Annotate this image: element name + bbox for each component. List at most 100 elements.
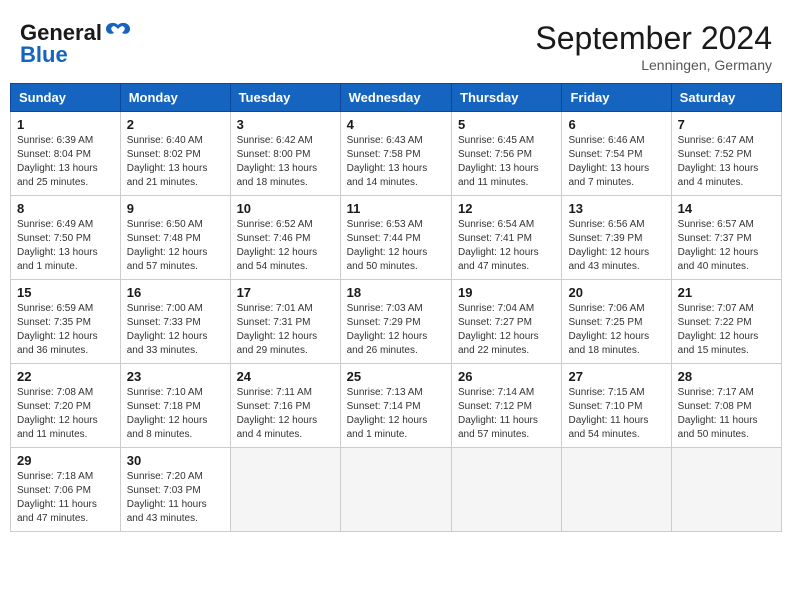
day-number: 28 [678, 369, 775, 384]
calendar-cell: 18 Sunrise: 7:03 AMSunset: 7:29 PMDayligh… [340, 280, 451, 364]
calendar-cell [671, 448, 781, 532]
calendar-cell: 29 Sunrise: 7:18 AMSunset: 7:06 PMDayligh… [11, 448, 121, 532]
day-info: Sunrise: 7:08 AMSunset: 7:20 PMDaylight:… [17, 386, 114, 442]
logo-bird-icon [104, 21, 132, 43]
col-header-sunday: Sunday [11, 84, 121, 112]
day-info: Sunrise: 7:15 AMSunset: 7:10 PMDaylight:… [568, 386, 664, 442]
day-number: 4 [347, 117, 445, 132]
day-number: 30 [127, 453, 224, 468]
calendar-week-row: 22 Sunrise: 7:08 AMSunset: 7:20 PMDayligh… [11, 364, 782, 448]
page-header: General Blue September 2024 Lenningen, G… [10, 10, 782, 78]
day-number: 10 [237, 201, 334, 216]
calendar-cell [452, 448, 562, 532]
col-header-friday: Friday [562, 84, 671, 112]
day-info: Sunrise: 6:40 AMSunset: 8:02 PMDaylight:… [127, 134, 224, 190]
day-info: Sunrise: 7:11 AMSunset: 7:16 PMDaylight:… [237, 386, 334, 442]
day-number: 8 [17, 201, 114, 216]
day-number: 18 [347, 285, 445, 300]
calendar-cell: 27 Sunrise: 7:15 AMSunset: 7:10 PMDayligh… [562, 364, 671, 448]
day-number: 24 [237, 369, 334, 384]
calendar-cell: 16Sunrise: 7:00 AMSunset: 7:33 PMDayligh… [120, 280, 230, 364]
calendar-cell: 8 Sunrise: 6:49 AMSunset: 7:50 PMDaylight… [11, 196, 121, 280]
col-header-thursday: Thursday [452, 84, 562, 112]
day-number: 3 [237, 117, 334, 132]
calendar-cell: 23Sunrise: 7:10 AMSunset: 7:18 PMDayligh… [120, 364, 230, 448]
calendar-cell: 30 Sunrise: 7:20 AMSunset: 7:03 PMDayligh… [120, 448, 230, 532]
col-header-wednesday: Wednesday [340, 84, 451, 112]
calendar-cell: 15 Sunrise: 6:59 AMSunset: 7:35 PMDayligh… [11, 280, 121, 364]
calendar-cell: 4 Sunrise: 6:43 AMSunset: 7:58 PMDaylight… [340, 112, 451, 196]
day-info: Sunrise: 7:20 AMSunset: 7:03 PMDaylight:… [127, 470, 224, 526]
day-info: Sunrise: 7:14 AMSunset: 7:12 PMDaylight:… [458, 386, 555, 442]
calendar-week-row: 15 Sunrise: 6:59 AMSunset: 7:35 PMDayligh… [11, 280, 782, 364]
calendar-cell: 3Sunrise: 6:42 AMSunset: 8:00 PMDaylight… [230, 112, 340, 196]
calendar-cell: 28 Sunrise: 7:17 AMSunset: 7:08 PMDayligh… [671, 364, 781, 448]
day-info: Sunrise: 7:17 AMSunset: 7:08 PMDaylight:… [678, 386, 775, 442]
day-number: 2 [127, 117, 224, 132]
calendar-cell: 10 Sunrise: 6:52 AMSunset: 7:46 PMDayligh… [230, 196, 340, 280]
day-info: Sunrise: 7:18 AMSunset: 7:06 PMDaylight:… [17, 470, 114, 526]
calendar-cell: 21 Sunrise: 7:07 AMSunset: 7:22 PMDayligh… [671, 280, 781, 364]
day-info: Sunrise: 6:39 AMSunset: 8:04 PMDaylight:… [17, 134, 114, 190]
calendar-week-row: 29 Sunrise: 7:18 AMSunset: 7:06 PMDayligh… [11, 448, 782, 532]
day-info: Sunrise: 7:10 AMSunset: 7:18 PMDaylight:… [127, 386, 224, 442]
day-info: Sunrise: 7:03 AMSunset: 7:29 PMDaylight:… [347, 302, 445, 358]
day-number: 20 [568, 285, 664, 300]
calendar-cell: 11Sunrise: 6:53 AMSunset: 7:44 PMDayligh… [340, 196, 451, 280]
calendar-cell: 17 Sunrise: 7:01 AMSunset: 7:31 PMDayligh… [230, 280, 340, 364]
day-number: 11 [347, 201, 445, 216]
day-number: 15 [17, 285, 114, 300]
day-number: 14 [678, 201, 775, 216]
calendar-cell [562, 448, 671, 532]
day-info: Sunrise: 6:56 AMSunset: 7:39 PMDaylight:… [568, 218, 664, 274]
calendar-cell: 20Sunrise: 7:06 AMSunset: 7:25 PMDayligh… [562, 280, 671, 364]
calendar-week-row: 8 Sunrise: 6:49 AMSunset: 7:50 PMDaylight… [11, 196, 782, 280]
calendar-cell: 9 Sunrise: 6:50 AMSunset: 7:48 PMDaylight… [120, 196, 230, 280]
title-block: September 2024 Lenningen, Germany [535, 20, 772, 73]
day-number: 27 [568, 369, 664, 384]
day-number: 5 [458, 117, 555, 132]
day-number: 9 [127, 201, 224, 216]
logo: General Blue [20, 20, 132, 68]
calendar-table: SundayMondayTuesdayWednesdayThursdayFrid… [10, 83, 782, 532]
day-number: 17 [237, 285, 334, 300]
day-number: 13 [568, 201, 664, 216]
calendar-cell: 14Sunrise: 6:57 AMSunset: 7:37 PMDayligh… [671, 196, 781, 280]
day-info: Sunrise: 6:50 AMSunset: 7:48 PMDaylight:… [127, 218, 224, 274]
calendar-cell [230, 448, 340, 532]
day-number: 7 [678, 117, 775, 132]
day-info: Sunrise: 6:49 AMSunset: 7:50 PMDaylight:… [17, 218, 114, 274]
calendar-cell: 24 Sunrise: 7:11 AMSunset: 7:16 PMDayligh… [230, 364, 340, 448]
day-number: 19 [458, 285, 555, 300]
col-header-monday: Monday [120, 84, 230, 112]
calendar-cell: 2 Sunrise: 6:40 AMSunset: 8:02 PMDaylight… [120, 112, 230, 196]
calendar-cell: 7 Sunrise: 6:47 AMSunset: 7:52 PMDaylight… [671, 112, 781, 196]
day-info: Sunrise: 7:01 AMSunset: 7:31 PMDaylight:… [237, 302, 334, 358]
calendar-cell: 1 Sunrise: 6:39 AMSunset: 8:04 PMDaylight… [11, 112, 121, 196]
col-header-saturday: Saturday [671, 84, 781, 112]
day-info: Sunrise: 6:46 AMSunset: 7:54 PMDaylight:… [568, 134, 664, 190]
day-info: Sunrise: 6:52 AMSunset: 7:46 PMDaylight:… [237, 218, 334, 274]
day-info: Sunrise: 6:43 AMSunset: 7:58 PMDaylight:… [347, 134, 445, 190]
day-number: 1 [17, 117, 114, 132]
day-info: Sunrise: 6:59 AMSunset: 7:35 PMDaylight:… [17, 302, 114, 358]
col-header-tuesday: Tuesday [230, 84, 340, 112]
day-info: Sunrise: 7:07 AMSunset: 7:22 PMDaylight:… [678, 302, 775, 358]
day-info: Sunrise: 6:45 AMSunset: 7:56 PMDaylight:… [458, 134, 555, 190]
day-info: Sunrise: 7:04 AMSunset: 7:27 PMDaylight:… [458, 302, 555, 358]
calendar-cell: 26Sunrise: 7:14 AMSunset: 7:12 PMDayligh… [452, 364, 562, 448]
location-subtitle: Lenningen, Germany [535, 57, 772, 73]
calendar-cell [340, 448, 451, 532]
day-number: 22 [17, 369, 114, 384]
day-info: Sunrise: 6:54 AMSunset: 7:41 PMDaylight:… [458, 218, 555, 274]
calendar-cell: 19 Sunrise: 7:04 AMSunset: 7:27 PMDayligh… [452, 280, 562, 364]
day-info: Sunrise: 6:47 AMSunset: 7:52 PMDaylight:… [678, 134, 775, 190]
calendar-week-row: 1 Sunrise: 6:39 AMSunset: 8:04 PMDaylight… [11, 112, 782, 196]
day-number: 6 [568, 117, 664, 132]
day-number: 21 [678, 285, 775, 300]
day-number: 29 [17, 453, 114, 468]
calendar-cell: 22 Sunrise: 7:08 AMSunset: 7:20 PMDayligh… [11, 364, 121, 448]
calendar-cell: 6 Sunrise: 6:46 AMSunset: 7:54 PMDaylight… [562, 112, 671, 196]
calendar-cell: 13 Sunrise: 6:56 AMSunset: 7:39 PMDayligh… [562, 196, 671, 280]
logo-text-blue: Blue [20, 42, 68, 68]
